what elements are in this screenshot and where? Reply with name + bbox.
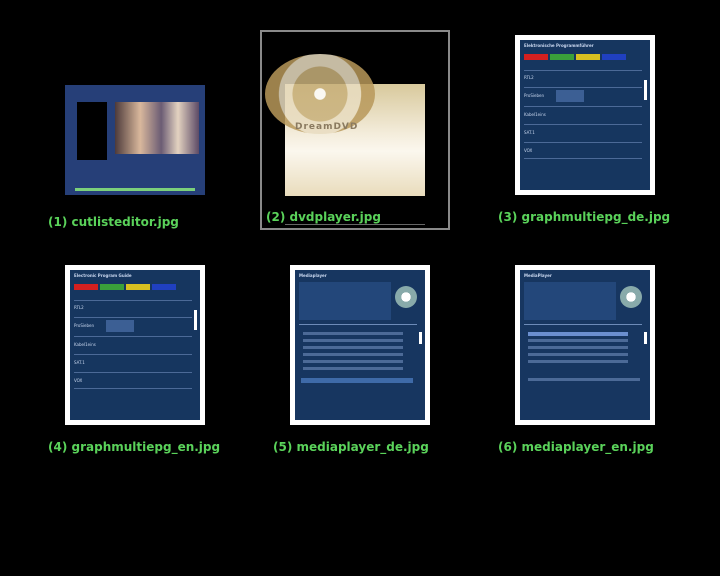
thumbnail-cell-graphmultiepg-en[interactable]: Electronic Program Guide RTL2 ProSieben … bbox=[40, 265, 230, 465]
graphmultiepg-de-thumbnail[interactable]: Elektronische Programmführer RTL2 ProSie… bbox=[515, 35, 655, 195]
thumbnail-caption[interactable]: (4) graphmultiepg_en.jpg bbox=[48, 440, 220, 454]
thumbnail-cell-cutlisteditor[interactable]: (1) cutlisteditor.jpg bbox=[40, 35, 230, 235]
thumbnail-cell-mediaplayer-en[interactable]: MediaPlayer (6) mediaplayer_en.jpg bbox=[490, 265, 680, 465]
dreamdvd-logo: DreamDVD bbox=[295, 122, 359, 132]
dvdplayer-thumbnail[interactable]: DreamDVD bbox=[265, 54, 425, 225]
mediaplayer-de-thumbnail[interactable]: Mediaplayer bbox=[290, 265, 430, 425]
thumbnail-cell-graphmultiepg-de[interactable]: Elektronische Programmführer RTL2 ProSie… bbox=[490, 35, 680, 235]
thumbnail-caption[interactable]: (5) mediaplayer_de.jpg bbox=[273, 440, 429, 454]
graphmultiepg-en-thumbnail[interactable]: Electronic Program Guide RTL2 ProSieben … bbox=[65, 265, 205, 425]
thumbnail-caption[interactable]: (2) dvdplayer.jpg bbox=[266, 210, 381, 224]
mediaplayer-en-thumbnail[interactable]: MediaPlayer bbox=[515, 265, 655, 425]
thumbnail-caption[interactable]: (3) graphmultiepg_de.jpg bbox=[498, 210, 670, 224]
thumbnail-cell-mediaplayer-de[interactable]: Mediaplayer (5) mediaplayer_de.jpg bbox=[265, 265, 455, 465]
thumbnail-caption[interactable]: (6) mediaplayer_en.jpg bbox=[498, 440, 654, 454]
thumbnail-caption[interactable]: (1) cutlisteditor.jpg bbox=[48, 215, 179, 229]
cutlisteditor-thumbnail[interactable] bbox=[65, 60, 205, 200]
thumbnail-cell-dvdplayer[interactable]: DreamDVD (2) dvdplayer.jpg bbox=[260, 30, 450, 230]
